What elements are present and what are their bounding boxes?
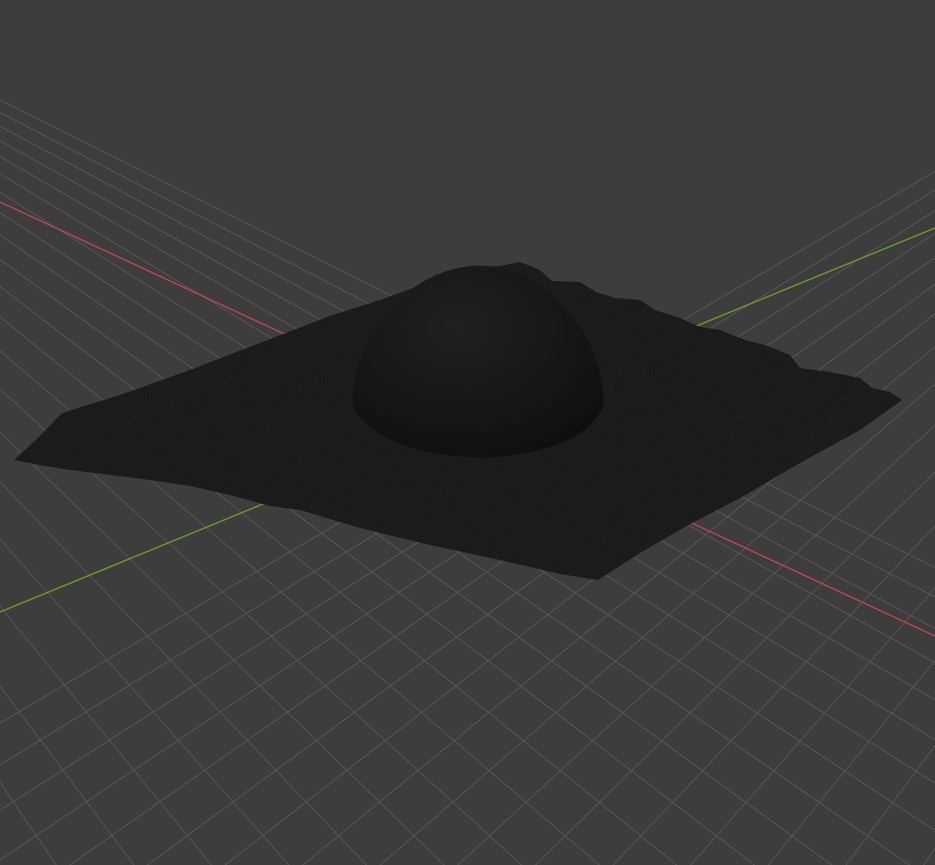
3d-viewport[interactable] (0, 0, 935, 865)
grid-horizon-fade (0, 0, 935, 60)
viewport-canvas[interactable] (0, 0, 935, 865)
